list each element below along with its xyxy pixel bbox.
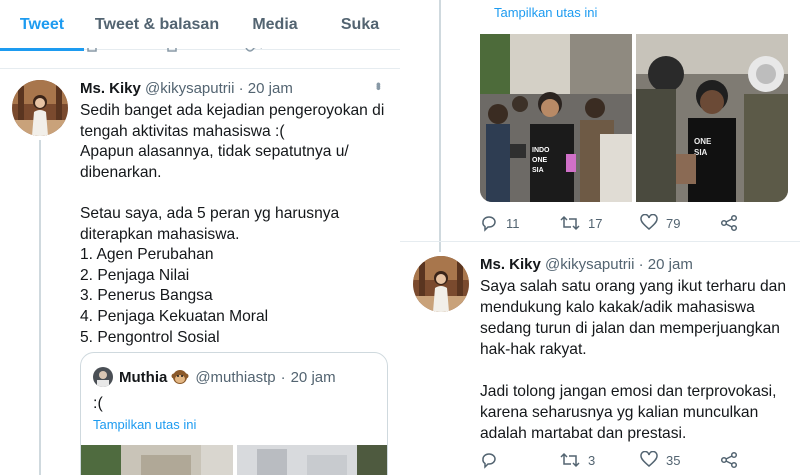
- shirt-text-line: SIA: [532, 167, 544, 174]
- tweet-text: Sedih banget ada kejadian pengeroyokan d…: [80, 101, 384, 348]
- tweet-line: 2. Penjaga Nilai: [80, 266, 190, 284]
- reply-button[interactable]: 11: [480, 214, 520, 232]
- tweet-line: [480, 360, 786, 381]
- previous-tweet-actions: [87, 48, 262, 52]
- tweet-line: sedang turun di jalan dan memperjuangkan: [480, 320, 780, 337]
- retweet-count: 3: [588, 452, 596, 468]
- profile-tabs: Tweet Tweet & balasan Media Suka: [0, 0, 400, 51]
- monkey-emoji-icon: [171, 370, 189, 384]
- author-handle[interactable]: @kikysaputrii: [145, 80, 234, 97]
- tweet-line: Jadi tolong jangan emosi dan terprovokas…: [480, 383, 777, 400]
- tab-media-label: Media: [252, 16, 298, 33]
- tweet-time[interactable]: 20 jam: [248, 80, 293, 97]
- tweet-line: [80, 183, 384, 204]
- retweet-button[interactable]: 17: [560, 214, 602, 232]
- share-icon: [720, 451, 738, 469]
- tweet-divider: [400, 241, 800, 242]
- shirt-text-line: SIA: [694, 148, 708, 157]
- tweet-line: karena seharusnya yg kalian munculkan: [480, 404, 759, 421]
- reply-button[interactable]: [480, 451, 506, 469]
- like-count: 35: [666, 452, 681, 468]
- tweet-line: hak-hak rakyat.: [480, 341, 587, 358]
- quoted-author-handle: @muthiastp: [195, 368, 276, 386]
- like-button[interactable]: 79: [640, 214, 680, 232]
- reply-icon: [482, 216, 496, 232]
- tweet-header: Ms. Kiky @kikysaputrii · 20 jam: [80, 80, 293, 97]
- tab-likes[interactable]: Suka: [320, 0, 400, 50]
- shirt-text-line: ONE: [532, 157, 548, 164]
- tweet-time[interactable]: 20 jam: [648, 256, 693, 273]
- shirt-text-line: INDO: [532, 147, 550, 154]
- tweet-line: diterapkan mahasiswa.: [80, 225, 240, 243]
- like-count: 79: [666, 215, 681, 231]
- tab-tweet-label: Tweet: [19, 16, 65, 33]
- tweet-line: tengah aktivitas mahasiswa :(: [80, 122, 285, 140]
- thread-line: [39, 140, 41, 475]
- tab-tweet[interactable]: Tweet: [0, 0, 84, 51]
- show-thread-link[interactable]: Tampilkan utas ini: [93, 417, 196, 432]
- quoted-author-name: Muthia: [119, 368, 168, 386]
- tweet-line: 4. Penjaga Kekuatan Moral: [80, 307, 269, 325]
- right-panel: Tampilkan utas ini INDO ONE SIA ONE SIA: [400, 0, 800, 475]
- author-name[interactable]: Ms. Kiky: [80, 80, 141, 97]
- tweet-line: dibenarkan.: [80, 163, 162, 181]
- tab-likes-label: Suka: [340, 16, 380, 33]
- tab-tweet-replies[interactable]: Tweet & balasan: [84, 0, 230, 50]
- tweet-line: Setau saya, ada 5 peran yg harusnya: [80, 204, 340, 222]
- author-name[interactable]: Ms. Kiky: [480, 256, 541, 273]
- tweet-line: adalah martabat dan prestasi.: [480, 425, 687, 442]
- separator-dot: ·: [638, 256, 644, 273]
- separator-dot: ·: [238, 80, 244, 97]
- active-tab-indicator: [0, 48, 84, 51]
- tab-media[interactable]: Media: [230, 0, 320, 50]
- tweet-line: Saya salah satu orang yang ikut terharu …: [480, 278, 787, 295]
- avatar-image: [413, 256, 469, 312]
- reply-icon: [482, 453, 496, 469]
- shirt-text-line: ONE: [694, 137, 712, 146]
- author-handle[interactable]: @kikysaputrii: [545, 256, 634, 273]
- share-button[interactable]: [720, 451, 746, 469]
- share-button[interactable]: [720, 214, 746, 232]
- tweet-line: Apapun alasannya, tidak sepatutnya u/: [80, 143, 349, 161]
- like-icon: [640, 214, 658, 230]
- reply-count: 11: [506, 215, 520, 231]
- separator-dot: ·: [280, 368, 286, 386]
- like-button[interactable]: 35: [640, 451, 680, 469]
- tweet-divider: [0, 68, 400, 69]
- quoted-tweet-text: :(: [93, 395, 103, 412]
- tweet-line: mendukung kalo kakak/adik mahasiswa: [480, 299, 755, 316]
- avatar[interactable]: [12, 80, 68, 136]
- retweet-button[interactable]: 3: [560, 451, 595, 469]
- thread-line: [439, 0, 441, 252]
- like-icon: [640, 451, 658, 467]
- tweet-text: Saya salah satu orang yang ikut terharu …: [480, 276, 786, 444]
- avatar-image: [12, 80, 68, 136]
- show-thread-link[interactable]: Tampilkan utas ini: [494, 5, 597, 20]
- tab-tweet-replies-label: Tweet & balasan: [94, 16, 220, 33]
- quoted-avatar: [93, 367, 113, 387]
- tweet-header: Ms. Kiky @kikysaputrii · 20 jam: [480, 256, 693, 273]
- quoted-image-2[interactable]: [237, 445, 388, 475]
- tweet-line: 5. Pengontrol Sosial: [80, 328, 220, 346]
- left-panel: Tweet Tweet & balasan Media Suka Ms. Kik…: [0, 0, 400, 475]
- tweet-image-1[interactable]: INDO ONE SIA: [480, 34, 632, 202]
- quoted-tweet-header: Muthia @muthiastp · 20 jam: [93, 367, 336, 387]
- share-icon: [720, 214, 738, 232]
- tweet-line: Sedih banget ada kejadian pengeroyokan d…: [80, 102, 385, 119]
- retweet-count: 17: [588, 215, 603, 231]
- tweet-image-2[interactable]: ONE SIA: [636, 34, 788, 202]
- retweet-icon: [560, 452, 580, 468]
- tweet-line: 3. Penerus Bangsa: [80, 287, 213, 305]
- tweet-line: 1. Agen Perubahan: [80, 246, 214, 264]
- quoted-image-1[interactable]: [81, 445, 233, 475]
- quoted-tweet-time: 20 jam: [290, 368, 336, 386]
- more-icon[interactable]: •••: [371, 82, 387, 88]
- retweet-icon: [560, 215, 580, 231]
- quoted-tweet[interactable]: Muthia @muthiastp · 20 jam :( Tampilkan …: [80, 352, 388, 475]
- avatar[interactable]: [413, 256, 469, 312]
